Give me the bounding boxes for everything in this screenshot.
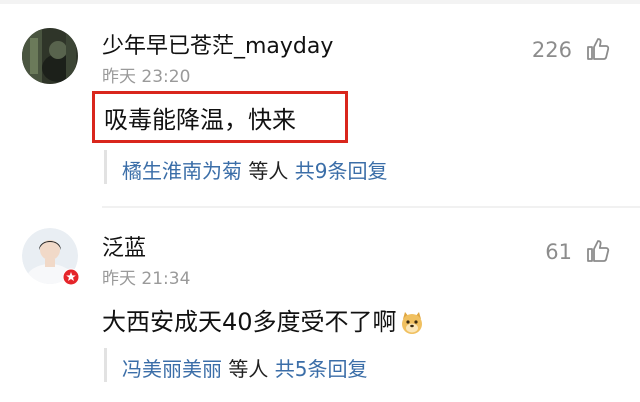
reply-total[interactable]: 共9条回复: [295, 159, 388, 183]
avatar[interactable]: [22, 228, 80, 286]
comment-timestamp: 昨天 21:34: [102, 269, 191, 289]
comment-text: 吸毒能降温，快来: [104, 106, 296, 134]
like-count: 61: [545, 240, 572, 264]
comment-timestamp: 昨天 23:20: [102, 67, 191, 87]
reply-summary[interactable]: 冯美丽美丽 等人 共5条回复: [122, 353, 367, 382]
reply-summary[interactable]: 橘生淮南为菊 等人 共9条回复: [122, 155, 387, 184]
reply-bar: [104, 348, 107, 382]
thumbs-up-icon[interactable]: [585, 36, 611, 62]
comment-item: 泛蓝 昨天 21:34 61 大西安成天40多度受不了啊 冯美丽美丽 等人 共5…: [0, 206, 640, 402]
like-count: 226: [531, 38, 572, 62]
doge-emoji: [401, 312, 422, 334]
comment-item: 少年早已苍茫_mayday 昨天 23:20 226 吸毒能降温，快来 橘生淮南…: [0, 0, 640, 200]
reply-etc: 等人: [242, 159, 295, 183]
comment-username[interactable]: 少年早已苍茫_mayday: [102, 28, 333, 60]
verified-badge: [62, 268, 80, 286]
comment-text-row: 大西安成天40多度受不了啊: [102, 302, 425, 337]
reply-bar: [104, 150, 107, 184]
reply-etc: 等人: [222, 357, 275, 381]
reply-total[interactable]: 共5条回复: [275, 357, 368, 381]
avatar[interactable]: [22, 28, 78, 84]
reply-names[interactable]: 橘生淮南为菊: [122, 159, 242, 183]
comment-list: 少年早已苍茫_mayday 昨天 23:20 226 吸毒能降温，快来 橘生淮南…: [0, 0, 640, 402]
comment-text: 大西安成天40多度受不了啊: [102, 308, 397, 336]
comment-username[interactable]: 泛蓝: [102, 230, 146, 262]
thumbs-up-icon[interactable]: [585, 238, 611, 264]
reply-names[interactable]: 冯美丽美丽: [122, 357, 222, 381]
